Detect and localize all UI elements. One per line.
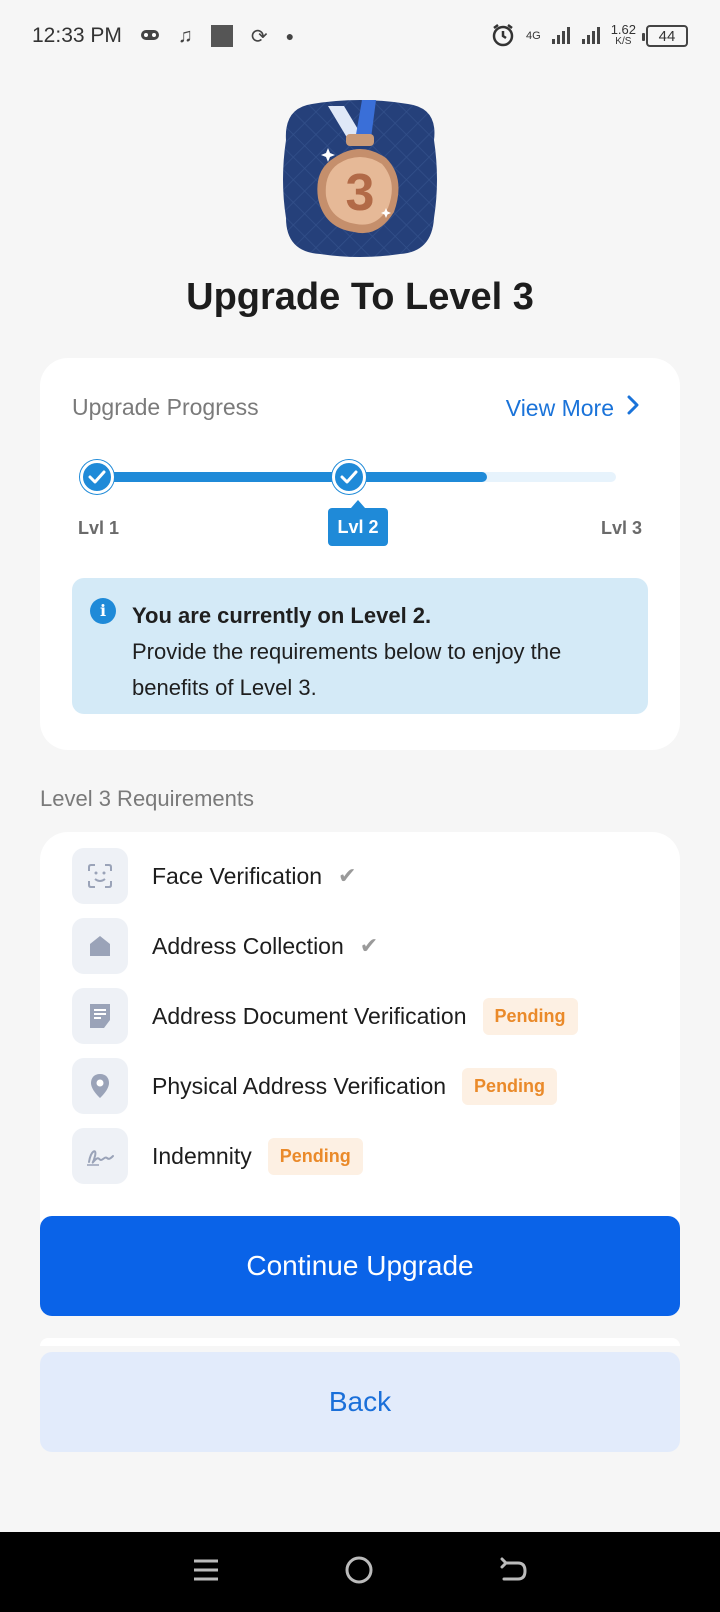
requirement-label: Address Collection xyxy=(152,932,344,959)
signal-icon-2 xyxy=(581,25,601,48)
status-bar: 12:33 PM ♫ ⟳ ● 4G 1.62 K/S 44 xyxy=(0,0,720,72)
view-more-link[interactable]: View More xyxy=(506,394,640,422)
progress-fill xyxy=(100,472,487,482)
requirement-label: Address Document Verification xyxy=(152,1002,467,1029)
gamepad-icon xyxy=(140,25,160,48)
button-divider xyxy=(40,1338,680,1346)
current-level-badge: Lvl 2 xyxy=(328,500,388,546)
continue-upgrade-button[interactable]: Continue Upgrade xyxy=(40,1216,680,1316)
face-scan-icon xyxy=(72,848,128,904)
check-mark-icon: ✔ xyxy=(338,863,357,888)
home-button-icon[interactable] xyxy=(344,1555,374,1590)
home-icon xyxy=(72,918,128,974)
signal-icon xyxy=(551,25,571,48)
sync-icon: ⟳ xyxy=(250,25,268,48)
pending-badge: Pending xyxy=(482,997,578,1035)
menu-icon[interactable] xyxy=(192,1558,220,1587)
status-time: 12:33 PM xyxy=(32,24,122,47)
pending-badge: Pending xyxy=(267,1137,363,1175)
view-more-label: View More xyxy=(505,394,614,421)
requirement-physical-address[interactable]: Physical Address Verification Pending xyxy=(72,1058,558,1114)
info-icon: i xyxy=(90,598,116,624)
requirement-indemnity[interactable]: Indemnity Pending xyxy=(72,1128,363,1184)
requirements-card: Face Verification ✔ Address Collection ✔… xyxy=(40,832,680,1222)
requirement-label: Indemnity xyxy=(152,1142,252,1169)
pending-badge: Pending xyxy=(462,1067,558,1105)
signature-icon xyxy=(72,1128,128,1184)
level-medal-icon: 3 xyxy=(282,100,438,258)
progress-label: Upgrade Progress xyxy=(72,394,259,420)
requirement-address-document[interactable]: Address Document Verification Pending xyxy=(72,988,578,1044)
page-title: Upgrade To Level 3 xyxy=(186,276,534,318)
svg-text:3: 3 xyxy=(346,164,375,222)
battery-indicator: 44 xyxy=(642,25,688,47)
music-note-icon: ♫ xyxy=(177,24,193,47)
requirement-label: Physical Address Verification xyxy=(152,1072,447,1099)
requirements-heading: Level 3 Requirements xyxy=(40,786,255,811)
dot-icon: ● xyxy=(285,28,295,44)
requirement-face-verification[interactable]: Face Verification ✔ xyxy=(72,848,356,904)
level-1-label: Lvl 1 xyxy=(78,518,120,538)
app-square-icon xyxy=(210,25,233,47)
requirement-label: Face Verification xyxy=(152,862,323,889)
level-info-box: i You are currently on Level 2. Provide … xyxy=(72,578,648,714)
upgrade-progress-card: Upgrade Progress View More Lvl 1 Lvl 2 L… xyxy=(40,358,680,750)
info-title: You are currently on Level 2. xyxy=(132,603,432,628)
system-nav-bar xyxy=(0,1532,720,1612)
document-icon xyxy=(72,988,128,1044)
check-mark-icon: ✔ xyxy=(359,933,379,958)
info-text: Provide the requirements below to enjoy … xyxy=(132,639,562,700)
net-speed: 1.62 K/S xyxy=(610,22,636,47)
chevron-right-icon xyxy=(626,394,640,422)
alarm-icon xyxy=(490,22,516,51)
back-button[interactable]: Back xyxy=(40,1352,680,1452)
location-pin-icon xyxy=(72,1058,128,1114)
level-2-check-icon xyxy=(332,460,366,494)
level-1-check-icon xyxy=(80,460,114,494)
network-type: 4G xyxy=(526,30,541,42)
requirement-address-collection[interactable]: Address Collection ✔ xyxy=(72,918,378,974)
level-3-label: Lvl 3 xyxy=(600,518,642,538)
back-nav-icon[interactable] xyxy=(498,1557,528,1588)
